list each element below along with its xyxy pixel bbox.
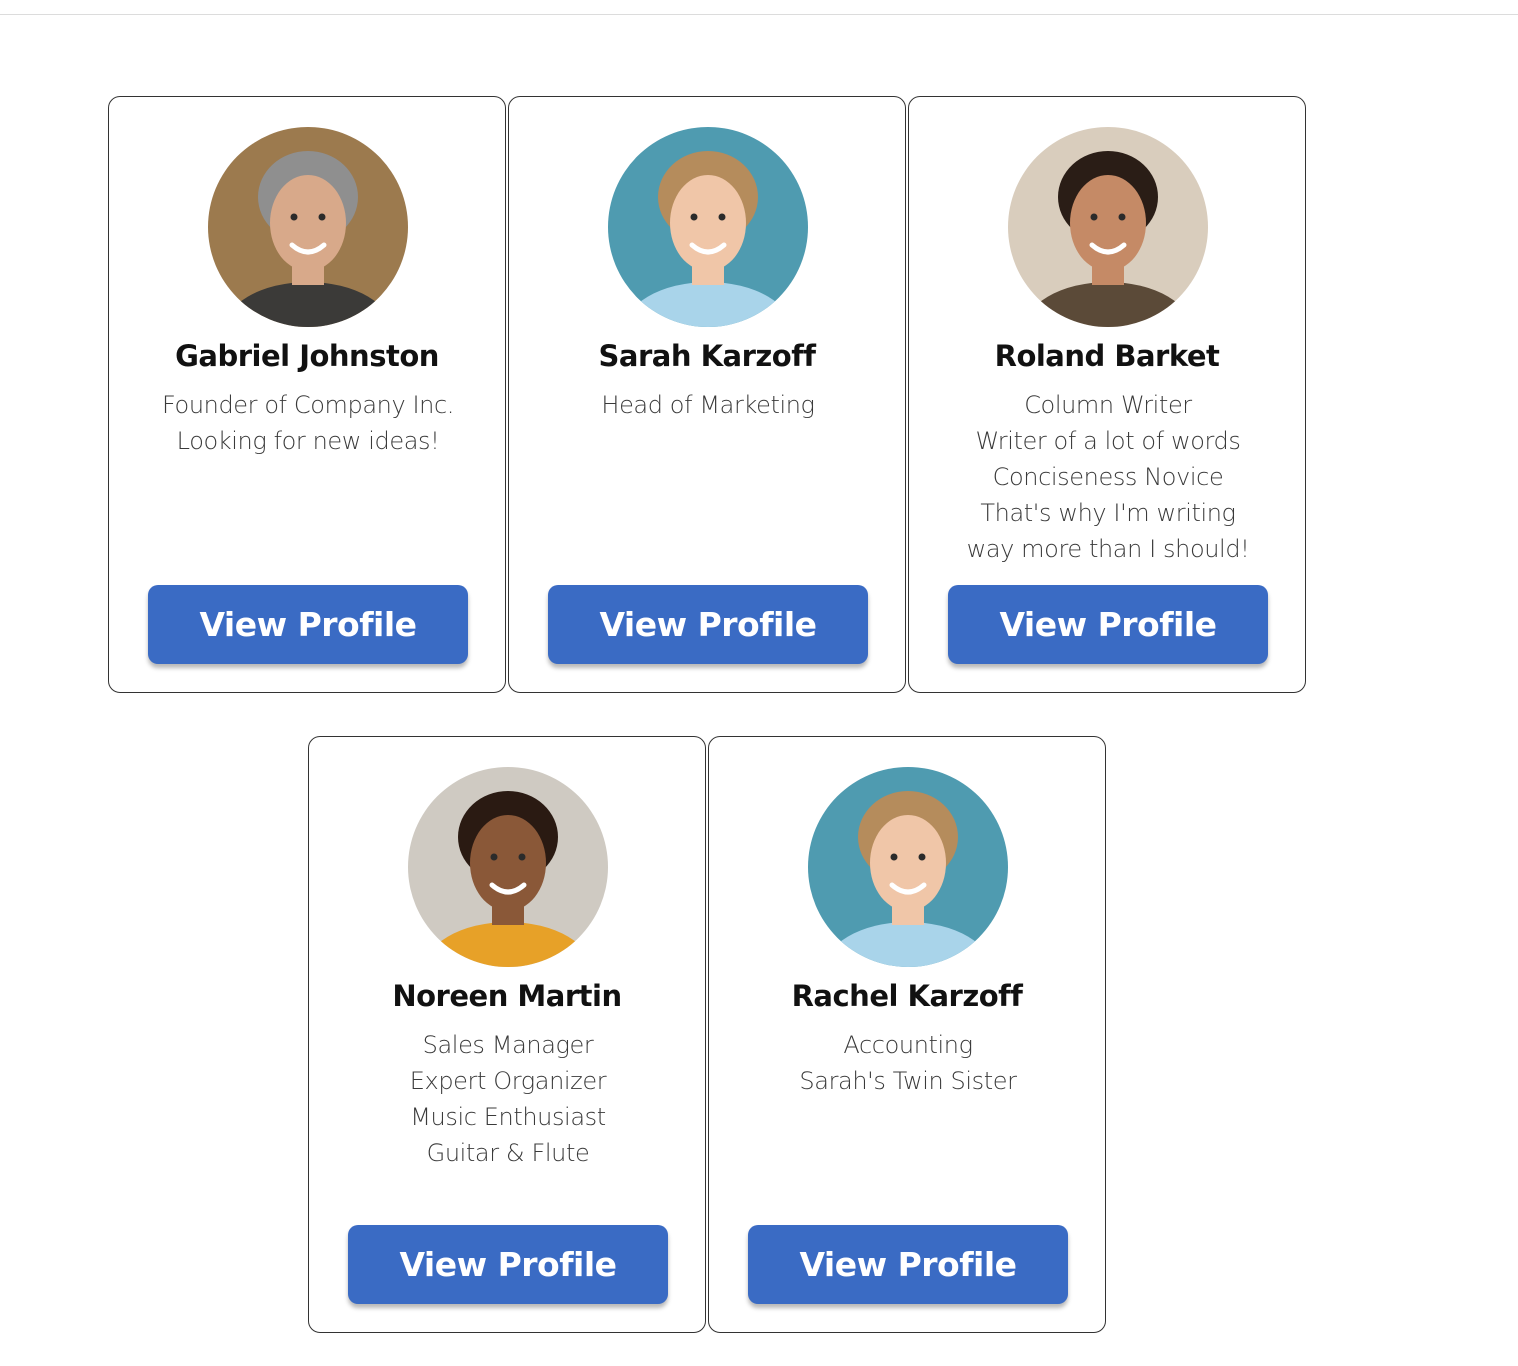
view-profile-button[interactable]: View Profile <box>948 585 1268 664</box>
portrait-graphic <box>1008 127 1208 327</box>
profile-bio: Head of Marketing <box>519 387 897 571</box>
profile-bio: Sales Manager Expert Organizer Music Ent… <box>319 1027 697 1211</box>
profile-bio[interactable]: Column Writer Writer of a lot of words C… <box>919 387 1297 571</box>
profile-card: Sarah Karzoff Head of Marketing View Pro… <box>508 96 906 693</box>
profile-photo <box>408 767 608 967</box>
view-profile-button[interactable]: View Profile <box>548 585 868 664</box>
profile-photo <box>208 127 408 327</box>
profile-card: Gabriel Johnston Founder of Company Inc.… <box>108 96 506 693</box>
profile-card: Roland Barket Column Writer Writer of a … <box>908 96 1306 693</box>
bio-line: Guitar & Flute <box>426 1139 590 1167</box>
profile-bio: Accounting Sarah's Twin Sister <box>719 1027 1097 1211</box>
profile-name: Rachel Karzoff <box>791 979 1023 1013</box>
profile-photo <box>1008 127 1208 327</box>
profile-name: Roland Barket <box>994 339 1220 373</box>
profile-photo <box>608 127 808 327</box>
bio-line: Column Writer <box>1024 391 1192 419</box>
bio-line: Founder of Company Inc. <box>161 391 455 419</box>
bio-line: Looking for new ideas! <box>176 427 440 455</box>
profile-name: Gabriel Johnston <box>175 339 439 373</box>
view-profile-button[interactable]: View Profile <box>748 1225 1068 1304</box>
profile-name: Sarah Karzoff <box>598 339 816 373</box>
profile-bio: Founder of Company Inc. Looking for new … <box>119 387 497 571</box>
bio-line: That's why I'm writing <box>980 499 1236 527</box>
view-profile-button[interactable]: View Profile <box>348 1225 668 1304</box>
bio-line: Sarah's Twin Sister <box>799 1067 1017 1095</box>
portrait-graphic <box>208 127 408 327</box>
portrait-graphic <box>808 767 1008 967</box>
profile-card: Rachel Karzoff Accounting Sarah's Twin S… <box>708 736 1106 1333</box>
bio-line: Head of Marketing <box>601 391 815 419</box>
profile-photo <box>808 767 1008 967</box>
bio-line: Expert Organizer <box>409 1067 607 1095</box>
portrait-graphic <box>608 127 808 327</box>
profile-name: Noreen Martin <box>392 979 622 1013</box>
view-profile-button[interactable]: View Profile <box>148 585 468 664</box>
bio-line: Conciseness Novice <box>992 463 1224 491</box>
bio-line: Sales Manager <box>422 1031 594 1059</box>
profile-card: Noreen Martin Sales Manager Expert Organ… <box>308 736 706 1333</box>
bio-line: Music Enthusiast <box>410 1103 606 1131</box>
top-divider <box>0 14 1518 15</box>
bio-line: Writer of a lot of words <box>975 427 1241 455</box>
portrait-graphic <box>408 767 608 967</box>
bio-line: way more than I should! <box>966 535 1250 563</box>
bio-line: Accounting <box>843 1031 973 1059</box>
